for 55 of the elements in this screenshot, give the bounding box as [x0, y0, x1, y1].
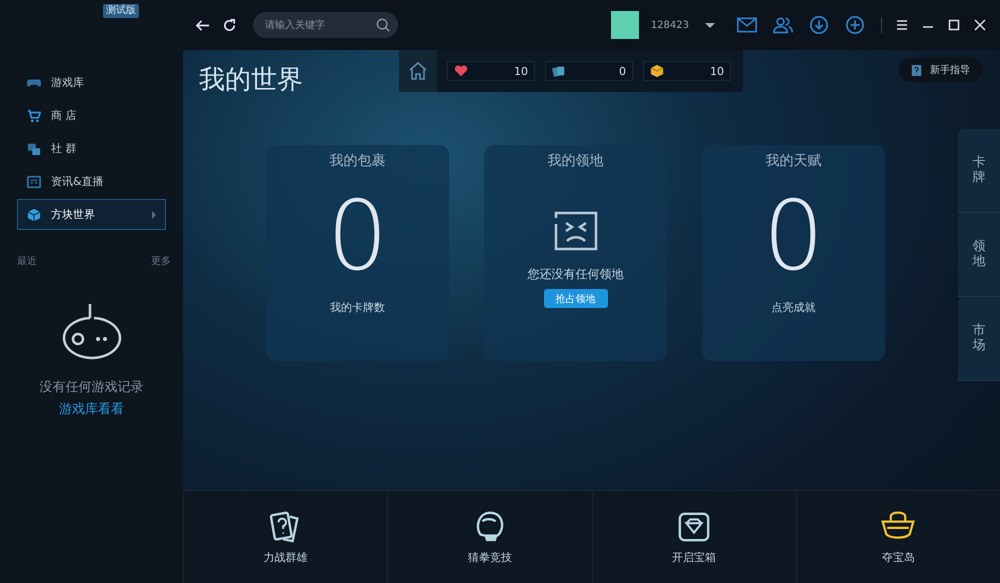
cube-icon: [650, 64, 664, 78]
card-title: 我的包裹: [330, 152, 386, 170]
sidebar-item[interactable]: 方块世界: [17, 199, 166, 230]
card-title: 我的天赋: [766, 152, 822, 170]
add-icon[interactable]: [845, 16, 865, 34]
mail-icon[interactable]: [737, 16, 757, 34]
guide-button[interactable]: 新手指导: [899, 58, 982, 82]
action-tile[interactable]: 猜拳竞技: [387, 491, 592, 583]
sidebar-item[interactable]: 资讯&直播: [17, 166, 166, 197]
refresh-icon[interactable]: [222, 18, 237, 32]
cube-icon: [27, 208, 41, 222]
resource-counter: 0: [545, 61, 633, 81]
sidebar-item[interactable]: 商 店: [17, 100, 166, 131]
maximize-icon[interactable]: [948, 19, 960, 31]
close-icon[interactable]: [974, 19, 986, 31]
card-title: 我的领地: [548, 152, 604, 170]
chevron-icon: [152, 210, 156, 218]
side-tab[interactable]: 市场: [958, 297, 1000, 381]
heart-icon: [454, 64, 468, 78]
count-caption: 点亮成就: [772, 300, 816, 315]
action-tile[interactable]: 开启宝箱: [592, 491, 796, 583]
count-caption: 我的卡牌数: [330, 300, 385, 315]
more-link[interactable]: 更多: [151, 254, 171, 268]
back-icon[interactable]: [195, 18, 210, 32]
news-icon: [27, 174, 41, 188]
card-icon: [552, 64, 566, 78]
friends-icon[interactable]: [773, 16, 793, 34]
search-icon[interactable]: [376, 18, 390, 32]
sidebar-item[interactable]: 游戏库: [17, 67, 166, 98]
home-icon[interactable]: [399, 50, 437, 92]
search-field[interactable]: 请输入关键字: [253, 12, 398, 38]
side-tab[interactable]: 卡牌: [958, 129, 1000, 213]
empty-message: 没有任何游戏记录: [40, 379, 144, 396]
gem-box-icon: [676, 510, 712, 544]
user-id: 128423: [650, 20, 689, 30]
people-icon: [27, 142, 41, 156]
count-value: 0: [762, 184, 824, 288]
resource-counter: 10: [447, 61, 535, 81]
download-icon[interactable]: [809, 16, 829, 34]
beta-badge: 测试版: [103, 4, 139, 18]
side-tab[interactable]: 领地: [958, 213, 1000, 297]
action-tile[interactable]: 力战群雄: [183, 491, 388, 583]
book-icon: [911, 64, 922, 76]
resource-counter: 10: [643, 61, 731, 81]
section-title: 最近: [17, 254, 37, 268]
caret-icon[interactable]: [705, 22, 715, 28]
action-tile[interactable]: 夺宝岛: [796, 491, 1000, 583]
sad-face-icon: [552, 210, 598, 252]
cart-icon: [27, 108, 41, 122]
menu-icon[interactable]: [896, 19, 908, 31]
game-library-link[interactable]: 游戏库看看: [59, 400, 124, 418]
sidebar-item[interactable]: 社 群: [17, 133, 166, 164]
page-title: 我的世界: [199, 64, 303, 97]
empty-message: 您还没有任何领地: [528, 266, 624, 283]
count-value: 0: [326, 184, 388, 288]
